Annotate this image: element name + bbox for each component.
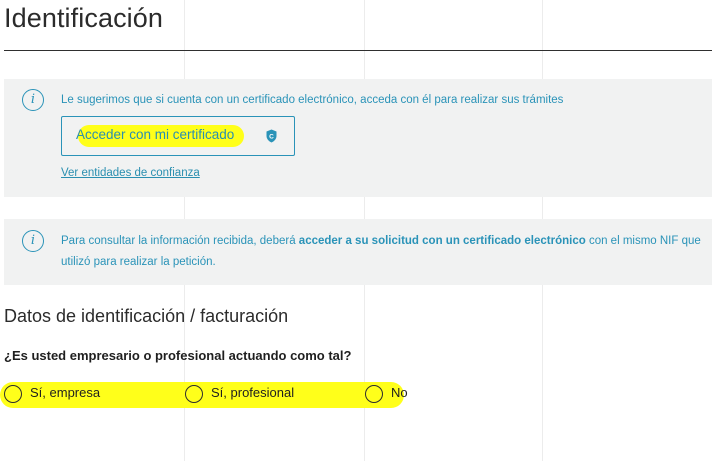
shield-c-icon: C <box>266 129 277 143</box>
certificate-notice: i Le sugerimos que si cuenta con un cert… <box>4 79 712 197</box>
radio-button[interactable] <box>365 385 383 403</box>
svg-text:C: C <box>269 134 274 141</box>
title-divider <box>4 50 712 51</box>
radio-button[interactable] <box>4 385 22 403</box>
consult-notice-text-start: Para consultar la información recibida, … <box>61 235 299 247</box>
info-icon: i <box>22 89 44 111</box>
radio-button[interactable] <box>185 385 203 403</box>
consult-notice: i Para consultar la información recibida… <box>4 219 712 285</box>
certificate-access-button[interactable]: Acceder con mi certificado C <box>61 116 295 156</box>
radio-label: Sí, empresa <box>30 385 101 400</box>
business-question: ¿Es usted empresario o profesional actua… <box>4 348 352 363</box>
radio-label: Sí, profesional <box>211 385 295 400</box>
consult-notice-text-bold: acceder a su solicitud con un certificad… <box>298 235 586 247</box>
section-title: Datos de identificación / facturación <box>4 306 289 326</box>
info-icon: i <box>22 230 44 252</box>
trust-entities-link[interactable]: Ver entidades de confianza <box>61 167 200 179</box>
page-title: Identificación <box>4 3 163 33</box>
radio-label: No <box>391 385 408 400</box>
certificate-access-label: Acceder con mi certificado <box>76 127 235 142</box>
consult-notice-text: Para consultar la información recibida, … <box>61 231 701 273</box>
certificate-notice-text: Le sugerimos que si cuenta con un certif… <box>61 94 564 106</box>
